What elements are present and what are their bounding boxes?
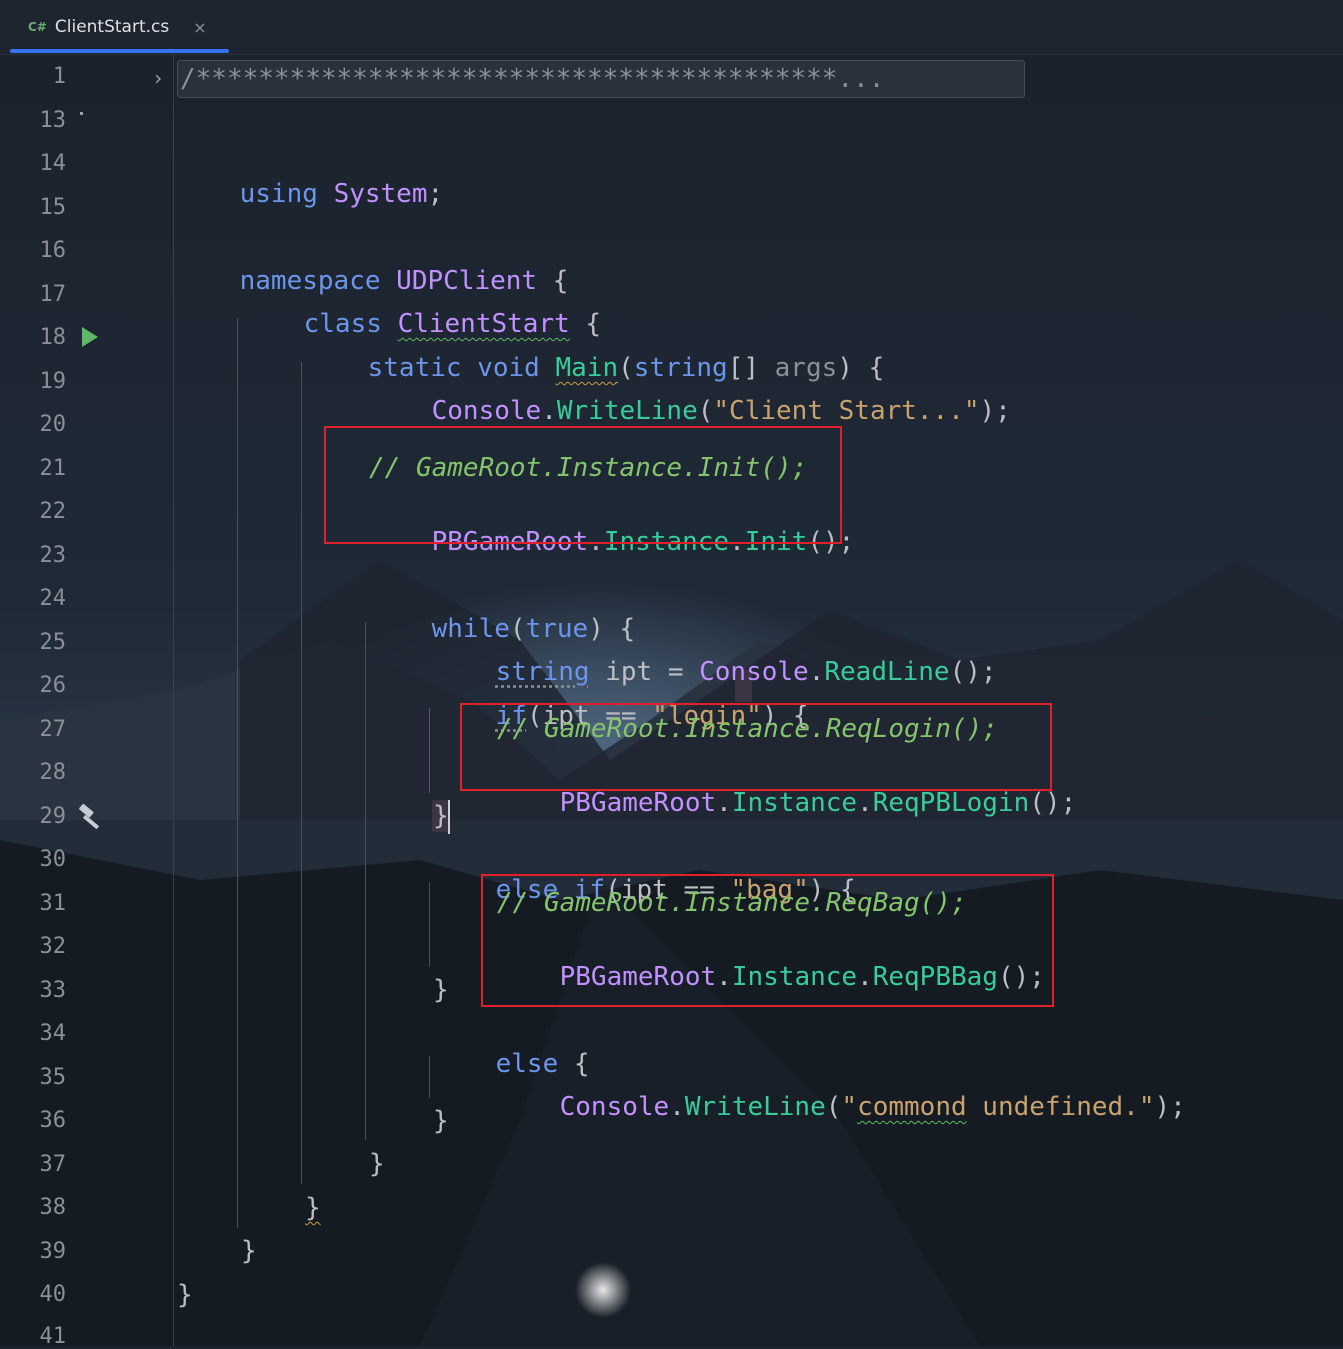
tab-clientstart-cs[interactable]: C# ClientStart.cs ×: [10, 0, 229, 54]
line-number: 41: [0, 1324, 66, 1349]
class-name: PBGameRoot: [560, 788, 717, 818]
line-number: 19: [0, 369, 66, 394]
punctuation: .: [669, 1092, 685, 1122]
punctuation: (: [698, 396, 714, 426]
punctuation: ();: [950, 657, 997, 687]
chevron-right-icon[interactable]: ›: [152, 66, 164, 90]
code-line-38[interactable]: }: [305, 1193, 321, 1223]
method-name: WriteLine: [685, 1092, 826, 1122]
line-number: 29: [0, 804, 66, 829]
punctuation: );: [980, 396, 1011, 426]
code-line-36[interactable]: }: [433, 1106, 449, 1136]
code-line-19[interactable]: Console.WriteLine("Client Start...");: [369, 366, 1011, 396]
code-line-39[interactable]: }: [241, 1236, 257, 1266]
indent-guide: [301, 362, 302, 1184]
editor-tab-bar: C# ClientStart.cs ×: [0, 0, 1343, 55]
string-literal: ": [841, 1092, 857, 1122]
close-icon[interactable]: ×: [193, 18, 206, 37]
code-line-37[interactable]: }: [369, 1149, 385, 1179]
bookmark-marker-icon: [80, 112, 83, 115]
code-line-18[interactable]: static void Main(string[] args) {: [305, 323, 884, 353]
method-name: ReadLine: [824, 657, 949, 687]
punctuation: (: [826, 1092, 842, 1122]
line-number: 18: [0, 325, 66, 350]
line-number: 37: [0, 1152, 66, 1177]
line-number: 27: [0, 717, 66, 742]
tab-filename: ClientStart.cs: [55, 17, 169, 37]
indent-guide: [237, 318, 238, 1228]
line-number: 21: [0, 456, 66, 481]
punctuation: ;: [427, 179, 443, 209]
csharp-file-icon: C#: [28, 20, 47, 34]
property-name: Instance: [732, 788, 857, 818]
folded-comment-header[interactable]: /***************************************…: [177, 60, 1025, 98]
annotation-box-login: [460, 703, 1052, 791]
punctuation: .: [716, 788, 732, 818]
hammer-icon[interactable]: [76, 803, 106, 833]
code-line-33[interactable]: }: [433, 975, 449, 1005]
code-line-17[interactable]: class ClientStart {: [241, 279, 601, 309]
line-number: 36: [0, 1108, 66, 1133]
gutter-divider: [173, 55, 174, 1346]
line-number: 1: [0, 64, 66, 89]
punctuation: .: [809, 657, 825, 687]
line-number: 32: [0, 934, 66, 959]
line-number: 33: [0, 978, 66, 1003]
active-tab-indicator: [10, 49, 229, 53]
line-number: 39: [0, 1239, 66, 1264]
annotation-box-bag: [481, 874, 1054, 1007]
line-number: 30: [0, 847, 66, 872]
punctuation: ();: [1029, 788, 1076, 818]
line-number: 24: [0, 586, 66, 611]
punctuation: .: [541, 396, 557, 426]
string-literal: "Client Start...": [713, 396, 979, 426]
code-line-14[interactable]: using System;: [177, 149, 443, 179]
code-line-24[interactable]: while(true) {: [369, 584, 635, 614]
line-number: 25: [0, 630, 66, 655]
line-number: 20: [0, 412, 66, 437]
code-line-26[interactable]: if(ipt == "login") {: [433, 671, 809, 701]
line-number: 14: [0, 151, 66, 176]
punctuation: .: [857, 788, 873, 818]
code-line-35[interactable]: Console.WriteLine("commond undefined.");: [497, 1062, 1186, 1092]
indent-guide-active: [429, 708, 430, 793]
run-icon[interactable]: [82, 327, 98, 347]
text-caret: [448, 800, 450, 834]
line-number: 31: [0, 891, 66, 916]
keyword: using: [240, 179, 318, 209]
code-line-16[interactable]: namespace UDPClient {: [177, 236, 568, 266]
punctuation: );: [1154, 1092, 1185, 1122]
line-number: 38: [0, 1195, 66, 1220]
code-line-25[interactable]: string ipt = Console.ReadLine();: [433, 627, 997, 657]
code-line-40[interactable]: }: [177, 1280, 193, 1310]
indent-guide: [365, 622, 366, 1140]
code-line-30[interactable]: else if(ipt == "bag") {: [433, 845, 856, 875]
line-number: 23: [0, 543, 66, 568]
code-line-34[interactable]: else {: [433, 1019, 590, 1049]
class-name: Console: [432, 396, 542, 426]
line-number: 34: [0, 1021, 66, 1046]
line-number: 13: [0, 108, 66, 133]
annotation-box-init: [324, 426, 842, 544]
line-number: 28: [0, 760, 66, 785]
indent-guide: [429, 882, 430, 967]
string-literal: undefined.": [967, 1092, 1155, 1122]
method-name: ReqPBLogin: [873, 788, 1030, 818]
string-literal-typo: commond: [857, 1092, 967, 1122]
class-name: Console: [560, 1092, 670, 1122]
line-number: 16: [0, 238, 66, 263]
line-number: 35: [0, 1065, 66, 1090]
code-line-29[interactable]: }: [433, 801, 449, 831]
line-number: 40: [0, 1282, 66, 1307]
namespace-name: System: [334, 179, 428, 209]
method-name: WriteLine: [557, 396, 698, 426]
indent-guide: [429, 1056, 430, 1098]
line-number: 15: [0, 195, 66, 220]
line-number: 22: [0, 499, 66, 524]
line-number: 26: [0, 673, 66, 698]
line-number: 17: [0, 282, 66, 307]
